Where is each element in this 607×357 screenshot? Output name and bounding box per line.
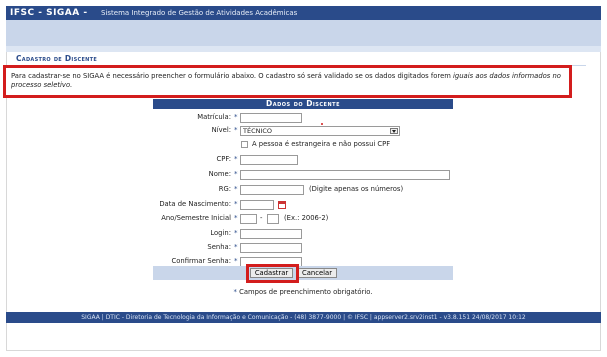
- label-cpf: CPF:: [216, 155, 231, 163]
- label-matricula: Matrícula:: [197, 113, 231, 121]
- ano-input[interactable]: [240, 214, 257, 224]
- label-senha: Senha:: [207, 243, 231, 251]
- top-header: IFSC - SIGAA - Sistema Integrado de Gest…: [6, 6, 601, 20]
- nome-input[interactable]: [240, 170, 450, 180]
- nivel-select[interactable]: TÉCNICO: [240, 126, 400, 136]
- semestre-input[interactable]: [267, 214, 279, 224]
- required-star: *: [234, 113, 238, 121]
- label-ano-semestre: Ano/Semestre Inicial: [161, 214, 231, 222]
- required-note-text: Campos de preenchimento obrigatório.: [239, 288, 373, 296]
- info-text: Para cadastrar-se no SIGAA é necessário …: [11, 72, 454, 80]
- required-star: *: [234, 229, 238, 237]
- form-actions: Cadastrar Cancelar: [153, 266, 453, 280]
- required-note: * Campos de preenchimento obrigatório.: [153, 287, 453, 297]
- label-rg: RG:: [218, 185, 231, 193]
- matricula-input[interactable]: [240, 113, 302, 123]
- rg-hint: (Digite apenas os números): [309, 185, 404, 193]
- page-title: Cadastro de Discente: [16, 54, 98, 63]
- cpf-input[interactable]: [240, 155, 298, 165]
- form-title: Dados do Discente: [153, 99, 453, 109]
- calendar-icon[interactable]: [278, 201, 286, 209]
- nascimento-input[interactable]: [240, 200, 274, 210]
- system-name: Sistema Integrado de Gestão de Atividade…: [101, 9, 298, 17]
- required-star: *: [234, 200, 238, 208]
- required-star: *: [234, 214, 238, 222]
- header-band: [6, 20, 601, 46]
- required-star: *: [234, 243, 238, 251]
- ano-semestre-separator: -: [260, 214, 263, 222]
- required-star: *: [234, 126, 238, 134]
- page-footer: SIGAA | DTIC - Diretoria de Tecnologia d…: [6, 312, 601, 323]
- highlight-box: [246, 264, 299, 283]
- red-marker: [321, 123, 323, 125]
- ano-semestre-hint: (Ex.: 2006-2): [284, 214, 329, 222]
- chevron-down-icon[interactable]: [390, 128, 398, 134]
- login-input[interactable]: [240, 229, 302, 239]
- required-star: *: [233, 288, 237, 296]
- required-star: *: [234, 170, 238, 178]
- label-login: Login:: [210, 229, 231, 237]
- label-nivel: Nível:: [211, 126, 231, 134]
- estrangeira-checkbox[interactable]: [241, 141, 248, 148]
- required-star: *: [234, 185, 238, 193]
- nivel-selected-value: TÉCNICO: [243, 127, 273, 135]
- required-star: *: [234, 155, 238, 163]
- student-form: Dados do Discente: [153, 99, 453, 109]
- header-subband: [6, 46, 601, 52]
- cancelar-button[interactable]: Cancelar: [297, 268, 337, 278]
- label-nome: Nome:: [208, 170, 231, 178]
- rg-input[interactable]: [240, 185, 304, 195]
- info-box: Para cadastrar-se no SIGAA é necessário …: [3, 65, 572, 98]
- senha-input[interactable]: [240, 243, 302, 253]
- label-nascimento: Data de Nascimento:: [159, 200, 231, 208]
- brand-logo[interactable]: IFSC - SIGAA -: [10, 8, 88, 18]
- label-estrangeira: A pessoa é estrangeira e não possui CPF: [252, 140, 391, 148]
